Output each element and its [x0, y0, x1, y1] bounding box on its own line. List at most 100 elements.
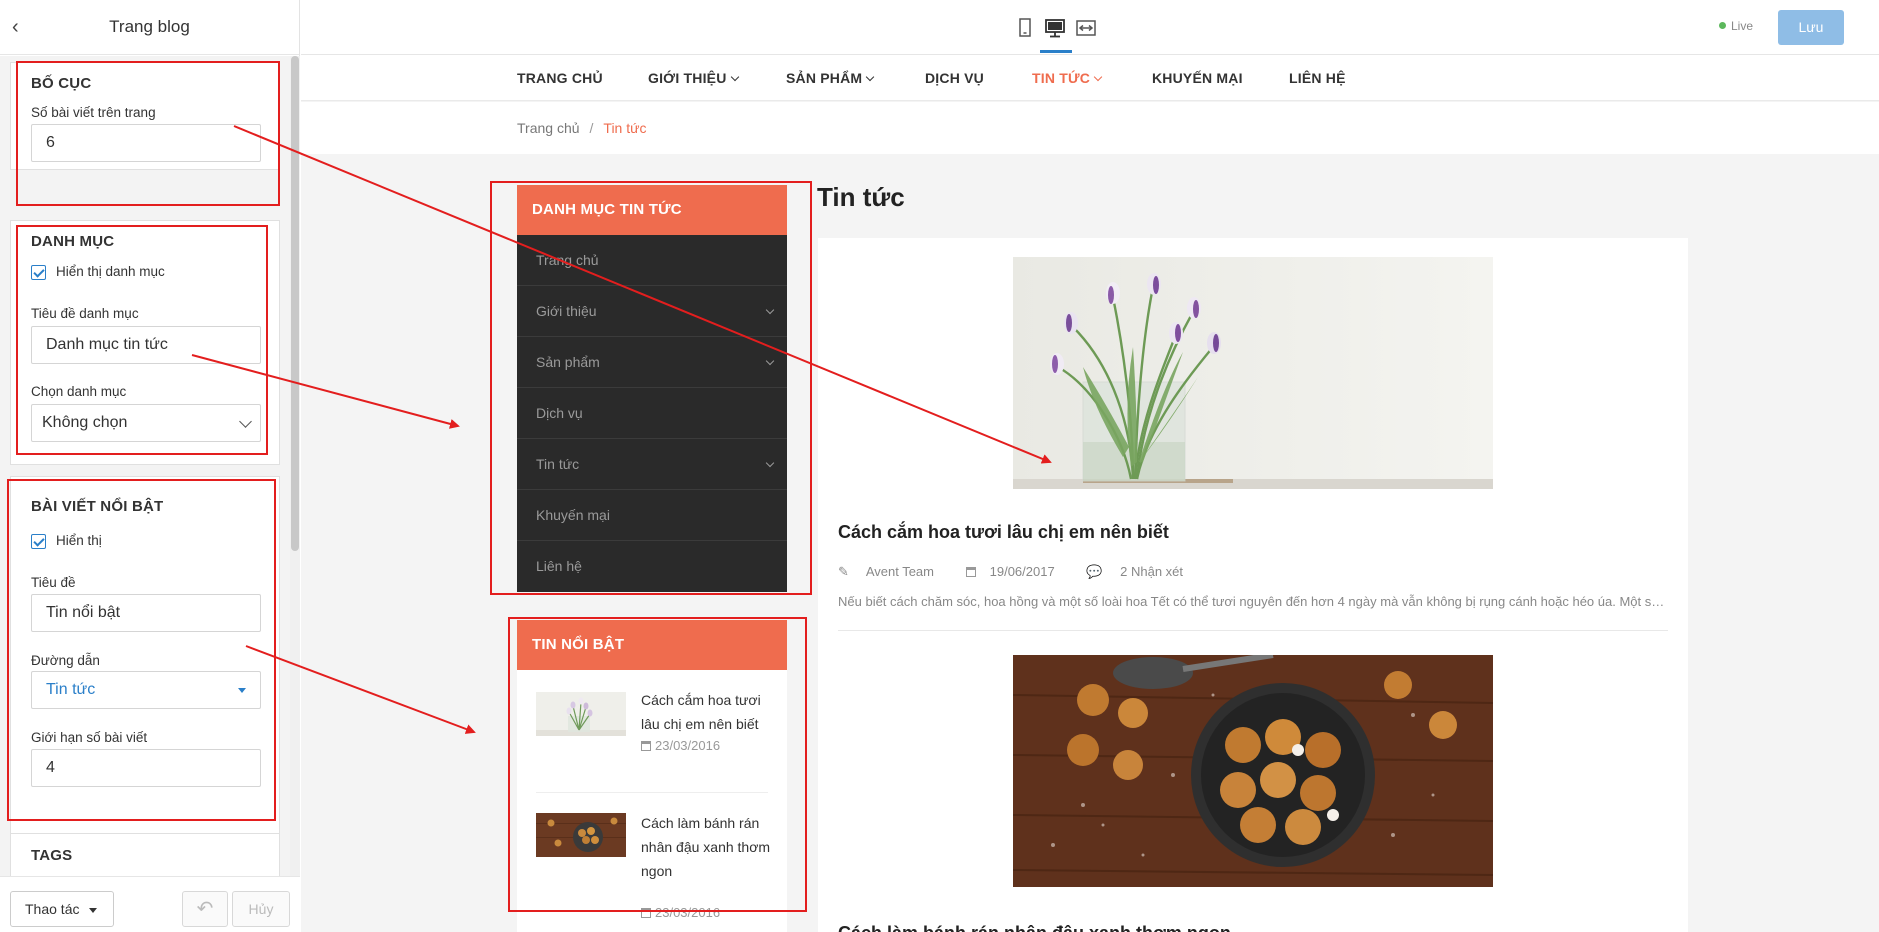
panel-footer: Thao tác ↶ Hủy [0, 876, 300, 932]
chevron-down-icon[interactable] [765, 458, 775, 468]
featured-news-item[interactable]: Cách làm bánh rán nhân đậu xanh thơm ngo… [536, 793, 771, 920]
category-heading-label: Tiêu đề danh mục [31, 306, 139, 321]
news-category-list: Trang chủ Giới thiệu Sản phẩm Dịch vụ Ti… [517, 235, 787, 592]
caret-down-icon [89, 908, 97, 913]
editor-topbar: Live Lưu [301, 0, 1879, 55]
featured-news-date: 23/03/2016 [641, 738, 720, 753]
panel-title: Trang blog [109, 17, 190, 36]
calendar-icon [641, 741, 651, 751]
featured-news-list: Cách cắm hoa tươi lâu chị em nên biết 23… [517, 670, 787, 932]
calendar-icon [965, 567, 976, 577]
featured-heading-label: Tiêu đề [31, 575, 76, 590]
featured-news-item[interactable]: Cách cắm hoa tươi lâu chị em nên biết 23… [536, 670, 768, 793]
show-featured-label: Hiển thị [56, 533, 102, 548]
settings-panel: ‹ Trang blog BỐ CỤC Số bài viết trên tra… [0, 0, 300, 932]
live-status: Live [1719, 19, 1753, 33]
show-featured-checkbox[interactable] [31, 534, 46, 549]
panel-header: ‹ Trang blog [0, 0, 299, 55]
category-item[interactable]: Giới thiệu [517, 286, 787, 337]
layout-card: BỐ CỤC Số bài viết trên trang 6 [10, 62, 280, 170]
nav-item-services[interactable]: DỊCH VỤ [925, 70, 984, 86]
post-title[interactable]: Cách cắm hoa tươi lâu chị em nên biết [838, 522, 1169, 543]
nav-item-promotions[interactable]: KHUYẾN MẠI [1152, 70, 1243, 86]
nav-item-news[interactable]: TIN TỨC [1032, 70, 1103, 86]
chevron-down-icon [1093, 72, 1103, 82]
post-meta: ✎ Avent Team 19/06/2017 💬 2 Nhận xét [838, 564, 1211, 580]
chevron-down-icon [730, 72, 739, 82]
breadcrumb-separator: / [589, 120, 594, 136]
featured-news-date: 23/03/2016 [641, 905, 720, 920]
breadcrumb-home[interactable]: Trang chủ [517, 120, 580, 136]
nav-item-contact[interactable]: LIÊN HỆ [1289, 70, 1346, 86]
category-card-title: DANH MỤC [31, 233, 115, 250]
featured-card-title: BÀI VIẾT NỔI BẬT [31, 498, 164, 515]
featured-link-select[interactable]: Tin tức [31, 671, 261, 709]
show-category-checkbox[interactable] [31, 265, 46, 280]
layout-card-title: BỐ CỤC [31, 75, 92, 92]
show-category-label: Hiển thị danh mục [56, 264, 165, 279]
featured-thumb-image[interactable] [536, 692, 626, 736]
undo-button[interactable]: ↶ [182, 891, 228, 927]
featured-link-value: Tin tức [46, 681, 96, 698]
category-card: DANH MỤC Hiển thị danh mục Tiêu đề danh … [10, 220, 280, 465]
date-meta: 19/06/2017 [965, 564, 1069, 579]
fullwidth-view-icon[interactable] [1075, 17, 1097, 39]
site-preview: TRANG CHỦ GIỚI THIỆU SẢN PHẨM DỊCH VỤ TI… [301, 56, 1879, 932]
panel-scrollbar[interactable] [290, 56, 300, 876]
category-item[interactable]: Liên hệ [517, 541, 787, 592]
post-title[interactable]: Cách làm bánh rán nhân đậu xanh thơm ngo… [838, 923, 1231, 932]
tags-card[interactable]: TAGS [10, 833, 280, 876]
panel-body: BỐ CỤC Số bài viết trên trang 6 DANH MỤC… [0, 56, 290, 876]
nav-item-products[interactable]: SẢN PHẨM [786, 70, 875, 86]
post-list: Cách cắm hoa tươi lâu chị em nên biết ✎ … [818, 238, 1688, 932]
caret-down-icon [238, 688, 246, 693]
featured-news-widget: TIN NỔI BẬT Cách cắm hoa tươi lâu chị em… [517, 620, 787, 932]
actions-dropdown-button[interactable]: Thao tác [10, 891, 114, 927]
category-item[interactable]: Sản phẩm [517, 337, 787, 388]
featured-limit-input[interactable]: 4 [31, 749, 261, 787]
post-image[interactable] [1013, 257, 1493, 489]
chevron-down-icon[interactable] [765, 305, 775, 315]
calendar-icon [641, 908, 651, 918]
featured-limit-label: Giới hạn số bài viết [31, 730, 148, 745]
undo-icon: ↶ [196, 898, 214, 920]
nav-item-home[interactable]: TRANG CHỦ [517, 70, 603, 86]
category-heading-input[interactable]: Danh mục tin tức [31, 326, 261, 364]
featured-heading-input[interactable]: Tin nổi bật [31, 594, 261, 632]
comments-meta[interactable]: 💬 2 Nhận xét [1086, 564, 1197, 579]
post-excerpt: Nếu biết cách chăm sóc, hoa hồng và một … [838, 594, 1668, 609]
category-item[interactable]: Dịch vụ [517, 388, 787, 439]
live-dot-icon [1719, 22, 1726, 29]
featured-news-title-text[interactable]: Cách cắm hoa tươi lâu chị em nên biết [641, 688, 771, 736]
comment-icon: 💬 [1086, 564, 1103, 579]
save-button[interactable]: Lưu [1778, 10, 1844, 45]
cancel-button[interactable]: Hủy [232, 891, 290, 927]
author-meta: ✎ Avent Team [838, 564, 934, 579]
choose-category-label: Chọn danh mục [31, 384, 127, 399]
scrollbar-thumb[interactable] [291, 56, 299, 551]
featured-news-title-text[interactable]: Cách làm bánh rán nhân đậu xanh thơm ngo… [641, 811, 771, 883]
category-item[interactable]: Tin tức [517, 439, 787, 490]
live-label: Live [1731, 19, 1754, 33]
breadcrumb-bar: Trang chủ / Tin tức [301, 102, 1879, 154]
posts-per-page-input[interactable]: 6 [31, 124, 261, 162]
post-image[interactable] [1013, 655, 1493, 887]
chevron-down-icon[interactable] [765, 356, 775, 366]
site-navbar: TRANG CHỦ GIỚI THIỆU SẢN PHẨM DỊCH VỤ TI… [301, 56, 1879, 101]
chevron-down-icon [239, 415, 252, 428]
desktop-view-icon[interactable] [1044, 17, 1066, 39]
featured-card: BÀI VIẾT NỔI BẬT Hiển thị Tiêu đề Tin nổ… [10, 476, 280, 844]
tags-card-title: TAGS [31, 847, 73, 864]
active-view-indicator [1040, 50, 1072, 53]
category-item[interactable]: Khuyến mại [517, 490, 787, 541]
choose-category-value: Không chọn [42, 414, 128, 431]
nav-item-about[interactable]: GIỚI THIỆU [648, 70, 739, 86]
choose-category-select[interactable]: Không chọn [31, 404, 261, 442]
posts-per-page-label: Số bài viết trên trang [31, 105, 156, 120]
breadcrumb: Trang chủ / Tin tức [517, 120, 647, 136]
category-item[interactable]: Trang chủ [517, 235, 787, 286]
featured-thumb-image[interactable] [536, 813, 626, 857]
actions-label: Thao tác [25, 901, 80, 917]
mobile-view-icon[interactable] [1014, 17, 1036, 39]
edit-icon: ✎ [838, 564, 849, 579]
